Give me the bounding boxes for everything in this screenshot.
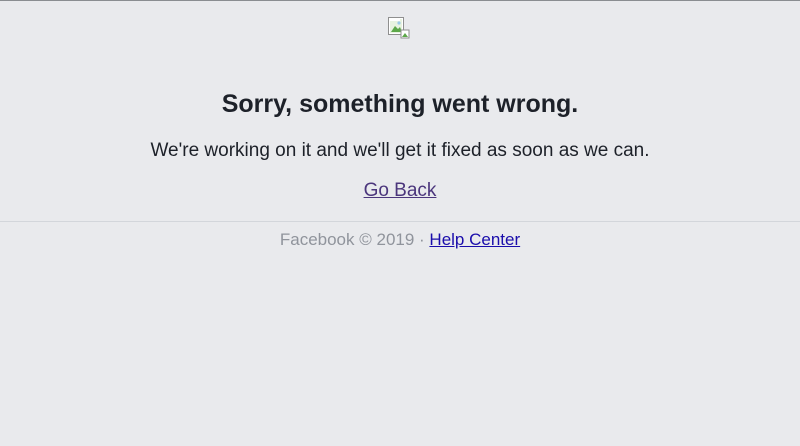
error-headline: Sorry, something went wrong.: [221, 90, 579, 118]
help-center-link[interactable]: Help Center: [429, 230, 520, 249]
footer-copyright: Facebook © 2019 ·: [279, 230, 430, 249]
go-back-link[interactable]: Go Back: [364, 180, 437, 201]
footer: Facebook © 2019 · Help Center: [0, 229, 800, 251]
footer-divider: [0, 221, 800, 222]
error-message: We're working on it and we'll get it fix…: [150, 140, 650, 161]
go-back-container: Go Back: [0, 179, 800, 203]
broken-image-icon: [388, 17, 410, 39]
